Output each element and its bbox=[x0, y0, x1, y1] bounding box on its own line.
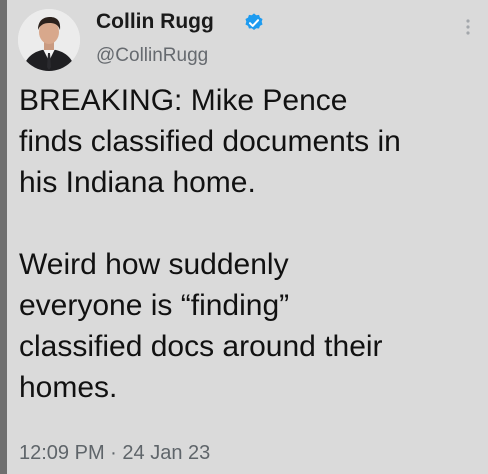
tweet-text: BREAKING: Mike Pence finds classified do… bbox=[19, 84, 401, 404]
author-handle[interactable]: @CollinRugg bbox=[96, 45, 208, 67]
verified-badge-icon bbox=[245, 13, 263, 31]
avatar-photo bbox=[18, 9, 80, 71]
tweet-time: 12:09 PM bbox=[19, 442, 105, 464]
tweet-card: Collin Rugg @CollinRugg BREAKING: Mike P… bbox=[7, 0, 488, 474]
more-vertical-icon[interactable] bbox=[458, 14, 478, 40]
timestamp-separator: · bbox=[110, 442, 117, 464]
author-display-name[interactable]: Collin Rugg bbox=[96, 10, 214, 34]
tweet-date: 24 Jan 23 bbox=[122, 442, 211, 464]
avatar[interactable] bbox=[18, 9, 80, 71]
tweet-timestamp[interactable]: 12:09 PM · 24 Jan 23 bbox=[19, 442, 210, 465]
